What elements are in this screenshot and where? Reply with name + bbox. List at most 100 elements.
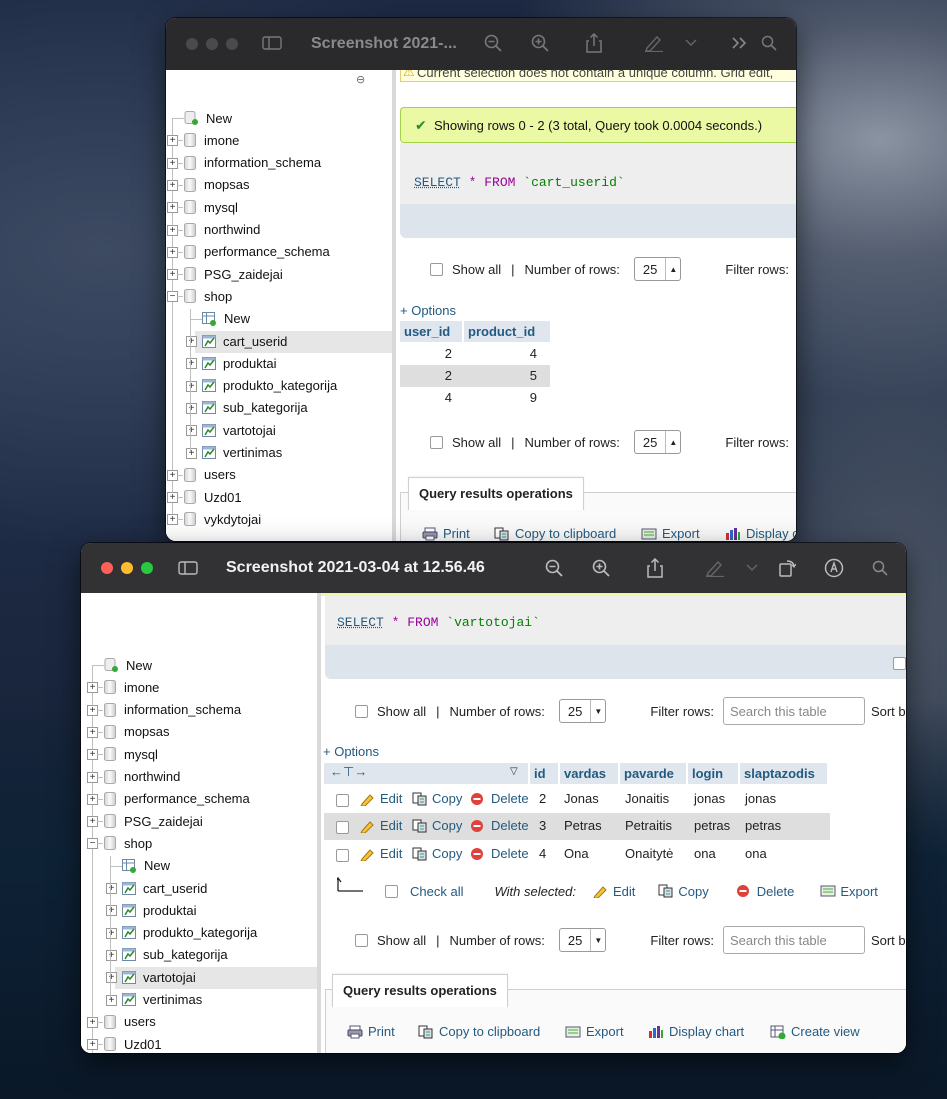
expand-icon[interactable]: + bbox=[186, 358, 197, 370]
zoom-in-icon[interactable] bbox=[529, 32, 551, 54]
tree-database-item[interactable]: imone bbox=[184, 130, 239, 150]
tree-database-item[interactable]: users bbox=[184, 465, 236, 485]
search-icon[interactable] bbox=[758, 32, 780, 54]
export-link[interactable]: Export bbox=[641, 526, 700, 541]
tree-database-item[interactable]: vykdytojai bbox=[184, 509, 261, 529]
zoom-out-icon[interactable] bbox=[482, 32, 504, 54]
search-table-input[interactable]: Search this table bbox=[722, 926, 865, 954]
column-header-id[interactable]: id bbox=[530, 763, 558, 784]
tree-database-item[interactable]: Uzd01 bbox=[184, 487, 242, 507]
tree-database-item[interactable]: mysql bbox=[104, 744, 158, 764]
tree-database-item[interactable]: performance_schema bbox=[104, 789, 250, 809]
options-link[interactable]: + Options bbox=[323, 744, 379, 759]
tree-table-item[interactable]: cart_userid bbox=[202, 331, 287, 351]
edit-row-button[interactable]: Edit bbox=[360, 818, 402, 833]
expand-icon[interactable]: + bbox=[106, 972, 117, 984]
tree-database-item[interactable]: PSG_zaidejai bbox=[104, 811, 203, 831]
tree-new-database[interactable]: New bbox=[104, 655, 152, 675]
zoom-out-icon[interactable] bbox=[543, 557, 565, 579]
edit-row-button[interactable]: Edit bbox=[360, 846, 402, 861]
show-all-checkbox[interactable] bbox=[430, 262, 443, 276]
rows-per-page-select[interactable]: 25 ▼ bbox=[558, 699, 607, 723]
table-row[interactable]: Edit Copy Delete 3 Petras Petraitis petr… bbox=[324, 813, 830, 840]
sql-select-keyword[interactable]: SELECT bbox=[337, 615, 384, 630]
table-row[interactable]: 2 4 bbox=[400, 343, 550, 365]
close-window-button[interactable] bbox=[186, 38, 198, 50]
title-bar[interactable]: Screenshot 2021-... bbox=[166, 18, 796, 71]
zoom-in-icon[interactable] bbox=[590, 557, 612, 579]
tree-table-item[interactable]: produktai bbox=[202, 353, 276, 373]
bulk-delete-button[interactable]: Delete bbox=[736, 884, 794, 899]
tree-database-item[interactable]: PSG_zaidejai bbox=[184, 264, 283, 284]
tree-database-item[interactable]: northwind bbox=[184, 220, 260, 240]
search-icon[interactable] bbox=[869, 557, 891, 579]
show-all-checkbox[interactable] bbox=[430, 435, 443, 449]
preview-window-front[interactable]: Screenshot 2021-03-04 at 12.56.46 New + im… bbox=[81, 543, 906, 1053]
sql-select-keyword[interactable]: SELECT bbox=[414, 175, 461, 190]
tree-database-item[interactable]: imone bbox=[104, 677, 159, 697]
link-icon[interactable]: ⊖ bbox=[356, 73, 365, 86]
row-checkbox[interactable] bbox=[336, 794, 349, 807]
zoom-window-button[interactable] bbox=[141, 562, 153, 574]
expand-icon[interactable]: + bbox=[186, 447, 197, 459]
chevron-down-icon[interactable] bbox=[680, 32, 702, 54]
bulk-copy-button[interactable]: Copy bbox=[658, 884, 709, 899]
zoom-window-button[interactable] bbox=[226, 38, 238, 50]
tree-database-item[interactable]: information_schema bbox=[104, 700, 241, 720]
expand-icon[interactable]: + bbox=[106, 994, 117, 1006]
chevron-down-icon[interactable] bbox=[741, 557, 763, 579]
share-icon[interactable] bbox=[583, 32, 605, 54]
display-chart-link[interactable]: Display chart bbox=[648, 1024, 744, 1039]
check-all-checkbox[interactable] bbox=[385, 884, 398, 898]
tree-table-item[interactable]: vertinimas bbox=[122, 990, 202, 1010]
delete-row-button[interactable]: Delete bbox=[470, 846, 529, 861]
tree-table-item[interactable]: cart_userid bbox=[122, 878, 207, 898]
tree-new-table[interactable]: New bbox=[122, 856, 170, 876]
rotate-icon[interactable] bbox=[776, 557, 798, 579]
tree-table-item[interactable]: vertinimas bbox=[202, 443, 282, 463]
table-row[interactable]: Edit Copy Delete 4 Ona Onaitytė ona ona bbox=[324, 841, 830, 868]
create-view-link[interactable]: Create view bbox=[770, 1024, 860, 1039]
tree-database-item[interactable]: mysql bbox=[184, 197, 238, 217]
rows-per-page-select[interactable]: 25 ▲ bbox=[633, 430, 682, 454]
annotate-icon[interactable] bbox=[823, 557, 845, 579]
tree-database-item[interactable]: information_schema bbox=[184, 153, 321, 173]
copy-row-button[interactable]: Copy bbox=[412, 791, 462, 806]
expand-icon[interactable]: + bbox=[186, 402, 197, 414]
table-row[interactable]: 4 9 bbox=[400, 387, 550, 409]
table-row[interactable]: Edit Copy Delete 2 Jonas Jonaitis jonas … bbox=[324, 786, 830, 813]
table-row[interactable]: 2 5 bbox=[400, 365, 550, 387]
print-link[interactable]: Print bbox=[347, 1024, 395, 1039]
tree-database-item[interactable]: users bbox=[104, 1012, 156, 1032]
row-checkbox[interactable] bbox=[336, 849, 349, 862]
expand-icon[interactable]: + bbox=[106, 927, 117, 939]
tree-database-item[interactable]: mopsas bbox=[104, 722, 170, 742]
display-chart-link[interactable]: Display c bbox=[725, 526, 796, 541]
sidebar-toggle-icon[interactable] bbox=[262, 32, 284, 54]
row-checkbox[interactable] bbox=[336, 821, 349, 834]
options-link[interactable]: + Options bbox=[400, 303, 456, 318]
tree-database-item[interactable]: shop bbox=[184, 286, 232, 306]
tree-table-item[interactable]: produktai bbox=[122, 900, 196, 920]
tree-table-item[interactable]: sub_kategorija bbox=[202, 398, 308, 418]
tree-database-item[interactable]: Uzd01 bbox=[104, 1034, 162, 1053]
tree-database-item[interactable]: mopsas bbox=[184, 175, 250, 195]
export-link[interactable]: Export bbox=[565, 1024, 624, 1039]
tree-table-item[interactable]: vartotojai bbox=[202, 420, 276, 440]
check-all-link[interactable]: Check all bbox=[410, 884, 463, 899]
column-header-user-id[interactable]: user_id bbox=[400, 321, 462, 342]
column-arrows-icon[interactable]: ←⊤→ bbox=[330, 764, 367, 780]
copy-to-clipboard-link[interactable]: Copy to clipboard bbox=[494, 526, 616, 541]
bulk-export-button[interactable]: Export bbox=[820, 884, 878, 899]
search-table-input[interactable]: Search this table bbox=[722, 697, 865, 725]
column-header-pavarde[interactable]: pavarde bbox=[620, 763, 686, 784]
column-header-slaptazodis[interactable]: slaptazodis bbox=[740, 763, 827, 784]
tree-database-item[interactable]: performance_schema bbox=[184, 242, 330, 262]
tree-table-item[interactable]: vartotojai bbox=[122, 967, 196, 987]
markup-pen-icon[interactable] bbox=[704, 557, 726, 579]
delete-row-button[interactable]: Delete bbox=[470, 791, 529, 806]
expand-icon[interactable]: + bbox=[186, 336, 197, 347]
sidebar-toggle-icon[interactable] bbox=[178, 557, 200, 579]
close-window-button[interactable] bbox=[101, 562, 113, 574]
column-header-login[interactable]: login bbox=[688, 763, 738, 784]
